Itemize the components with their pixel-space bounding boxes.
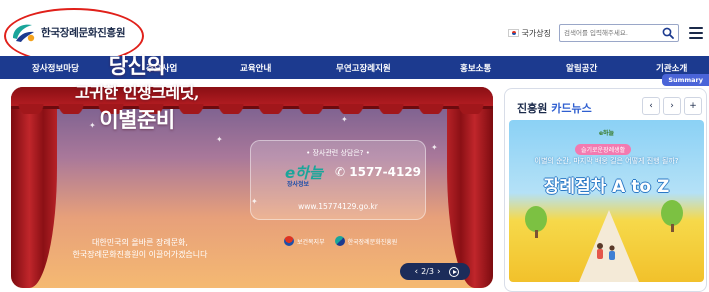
org-kfcpi-label: 한국장례문화진흥원	[347, 238, 398, 246]
header-utilities: 국가상징	[507, 24, 703, 42]
phone-icon: ✆	[335, 165, 346, 179]
nav-item-about[interactable]: 기관소개	[656, 62, 687, 74]
sparkle-icon: ✦	[341, 115, 348, 124]
search-input[interactable]	[564, 26, 660, 40]
nav-item-pr[interactable]: 홍보소통	[460, 62, 491, 74]
tree-illustration	[661, 200, 683, 226]
sparkle-icon: ✦	[431, 143, 438, 152]
play-icon[interactable]	[448, 266, 459, 277]
card-news-more-button[interactable]: +	[684, 97, 702, 115]
card-news-headline: 장례절차 A to Z	[543, 177, 670, 197]
tree-trunk	[671, 224, 674, 232]
banner-title: 당신의 고귀한 인생크레딧, 이별준비	[62, 52, 212, 133]
site-header: 한국장례문화진흥원 국가상징	[0, 0, 709, 64]
nav-item-unclaimed-funeral[interactable]: 무연고장례지원	[336, 62, 391, 74]
plus-icon: +	[689, 101, 697, 111]
banner-title-line: 고귀한 인생크레딧,	[75, 83, 199, 102]
banner-title-line: 이별준비	[99, 107, 175, 132]
card-news-subline: 이별의 순간, 마지막 배웅 길은 어떻게 진행 될까?	[534, 157, 679, 165]
tree-illustration	[525, 206, 547, 232]
org-mohw: 보건복지부	[284, 236, 325, 246]
card-news-next-button[interactable]: ›	[663, 97, 681, 115]
card-news-panel: 진흥원 카드뉴스 ‹ › + e하늘 슬기로운장례생활 이별의 순간, 마지막 …	[504, 88, 707, 292]
search-icon[interactable]	[662, 27, 674, 39]
card-news-prev-button[interactable]: ‹	[642, 97, 660, 115]
banner-subtitle: 대한민국의 올바른 장례문화, 한국장례문화진흥원이 이끌어가겠습니다	[56, 237, 224, 261]
consult-card: • 장사관련 상담은? • e하늘 장사정보 ✆ 1577-4129 www.1…	[250, 140, 426, 220]
org-mohw-label: 보건복지부	[297, 238, 325, 246]
curtain-right	[447, 87, 493, 288]
national-symbol-link[interactable]: 국가상징	[507, 28, 551, 39]
hamburger-menu-icon[interactable]	[689, 27, 703, 39]
card-news-title: 진흥원 카드뉴스	[517, 100, 592, 116]
search-box	[559, 24, 679, 42]
phone-number-text: 1577-4129	[349, 165, 422, 179]
slide-counter: 2/3	[421, 267, 434, 276]
org-name: 한국장례문화진흥원	[41, 26, 126, 39]
card-news-controls: ‹ › +	[639, 97, 702, 115]
org-kfcpi: 한국장례문화진흥원	[334, 236, 398, 246]
card-news-title-accent: 카드뉴스	[551, 102, 592, 115]
sparkle-icon: ✦	[216, 135, 223, 144]
summary-button[interactable]: Summary	[662, 74, 709, 86]
site-logo[interactable]: 한국장례문화진흥원	[10, 18, 126, 46]
banner-subtitle-line: 한국장례문화진흥원이 이끌어가겠습니다	[72, 250, 208, 259]
card-news-image[interactable]: e하늘 슬기로운장례생활 이별의 순간, 마지막 배웅 길은 어떻게 진행 될까…	[509, 120, 704, 282]
taegukgi-icon	[507, 29, 519, 37]
banner-title-line: 당신의	[108, 53, 166, 78]
consult-card-header: • 장사관련 상담은? •	[306, 149, 370, 157]
chevron-right-icon: ›	[670, 101, 674, 111]
card-news-title-prefix: 진흥원	[517, 102, 548, 115]
consult-url: www.15774129.go.kr	[298, 202, 378, 211]
banner-pager: ‹ 2/3 ›	[400, 263, 470, 280]
nav-item-notices[interactable]: 알림공간	[566, 62, 597, 74]
curtain-left	[11, 87, 57, 288]
chevron-left-icon: ‹	[649, 101, 653, 111]
banner-org-logos: 보건복지부 한국장례문화진흥원	[284, 236, 407, 246]
logo-mark-icon	[13, 24, 35, 42]
mohw-logo-icon	[284, 236, 294, 246]
tree-trunk	[535, 230, 538, 238]
banner-subtitle-line: 대한민국의 올바른 장례문화,	[92, 238, 188, 247]
nav-item-education[interactable]: 교육안내	[240, 62, 271, 74]
ehaneul-logo: e하늘 장사정보	[285, 162, 323, 188]
phone-number: ✆ 1577-4129	[335, 165, 421, 179]
next-slide-icon[interactable]: ›	[437, 267, 441, 277]
card-news-brand: e하늘	[598, 130, 615, 137]
national-symbol-label: 국가상징	[521, 28, 551, 38]
card-news-pill: 슬기로운장례생활	[575, 144, 632, 155]
prev-slide-icon[interactable]: ‹	[414, 267, 418, 277]
people-illustration	[597, 243, 615, 260]
kfcpi-logo-icon	[334, 236, 345, 246]
